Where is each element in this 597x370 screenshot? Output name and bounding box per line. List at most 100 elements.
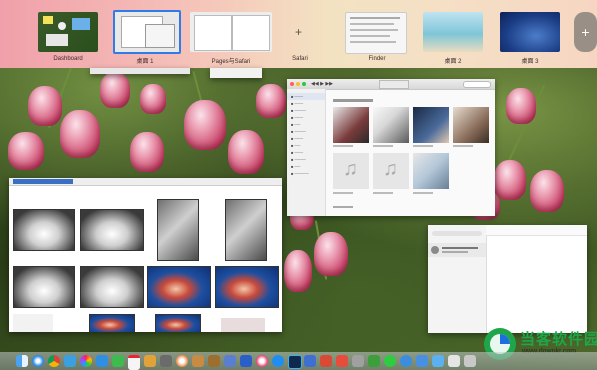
space-desktop-2[interactable] <box>423 12 483 52</box>
photoshop-icon[interactable] <box>288 355 302 369</box>
zoom-dot[interactable] <box>302 82 306 86</box>
photo-thumbnail[interactable] <box>13 266 75 308</box>
photos-icon[interactable] <box>80 355 92 367</box>
album-cover[interactable] <box>333 107 369 143</box>
album-placeholder[interactable]: ♫ <box>333 153 369 189</box>
window-pages[interactable] <box>210 68 262 78</box>
photo-thumbnail[interactable] <box>155 314 201 332</box>
lily-flower <box>184 100 226 150</box>
app-icon[interactable] <box>224 355 236 367</box>
album-cover[interactable] <box>453 107 489 143</box>
window-finder-top[interactable] <box>90 68 190 74</box>
section-divider <box>333 206 353 208</box>
app-icon[interactable] <box>432 355 444 367</box>
thumbnail-line <box>350 17 400 19</box>
app-icon[interactable] <box>192 355 204 367</box>
space-label-desktop-3: 桌面 3 <box>521 59 539 65</box>
sidebar-item[interactable]: ■ ─── <box>287 114 325 121</box>
itunes-icon[interactable] <box>256 355 268 367</box>
sidebar-item[interactable]: ■ ── <box>287 163 325 170</box>
music-note-icon: ♫ <box>383 158 398 180</box>
sidebar-item[interactable]: ■ ─── <box>287 100 325 107</box>
widget-calc <box>46 34 68 46</box>
messages-compose-bar[interactable] <box>486 225 587 236</box>
photo-thumbnail[interactable] <box>80 209 144 251</box>
photo-thumbnail[interactable] <box>13 314 53 332</box>
app-icon[interactable] <box>336 355 348 367</box>
window-photo-browser[interactable] <box>9 178 282 332</box>
sidebar-item[interactable]: ■ ─── <box>287 93 325 100</box>
close-dot[interactable] <box>290 82 294 86</box>
app-icon[interactable] <box>384 355 396 367</box>
app-icon[interactable] <box>240 355 252 367</box>
space-label-finder: Finder <box>368 56 386 62</box>
sidebar-item[interactable]: ■ ── <box>287 121 325 128</box>
app-icon[interactable] <box>320 355 332 367</box>
photo-thumbnail[interactable] <box>157 199 199 261</box>
add-space-button-inline[interactable]: + <box>295 25 302 39</box>
space-label-desktop-2: 桌面 2 <box>444 59 462 65</box>
app-icon[interactable] <box>64 355 76 367</box>
now-playing-apple-icon <box>379 80 409 89</box>
app-icon[interactable] <box>400 355 412 367</box>
photo-thumbnail[interactable] <box>221 318 265 332</box>
photo-thumbnail[interactable] <box>225 199 267 261</box>
thumbnail-window <box>145 24 175 48</box>
space-pages-safari[interactable] <box>190 12 272 52</box>
browser-toolbar <box>9 178 282 186</box>
app-icon[interactable] <box>208 355 220 367</box>
sidebar-item[interactable]: ■ ──── <box>287 128 325 135</box>
app-icon[interactable] <box>416 355 428 367</box>
conversation-row[interactable] <box>428 243 486 257</box>
sidebar-item[interactable]: ■ ───── <box>287 170 325 177</box>
album-cover[interactable] <box>413 153 449 189</box>
lily-flower <box>494 160 526 200</box>
finder-icon[interactable] <box>16 355 28 367</box>
app-icon[interactable] <box>160 355 172 367</box>
thumbnail-pages <box>194 15 232 51</box>
app-icon[interactable] <box>352 355 364 367</box>
widget-note <box>43 16 53 24</box>
search-icon[interactable] <box>463 81 491 88</box>
app-icon[interactable] <box>448 355 460 367</box>
app-icon[interactable] <box>96 355 108 367</box>
space-desktop-3[interactable] <box>500 12 560 52</box>
photo-thumbnail[interactable] <box>80 266 144 308</box>
space-label-pages-safari: Pages与Safari <box>211 59 251 65</box>
add-space-button[interactable]: + <box>574 12 597 52</box>
safari-icon[interactable] <box>32 355 44 367</box>
app-icon[interactable] <box>464 355 476 367</box>
app-icon[interactable] <box>304 355 316 367</box>
calendar-icon[interactable] <box>128 355 140 370</box>
app-store-icon[interactable] <box>272 355 284 367</box>
chrome-icon[interactable] <box>48 355 60 367</box>
album-cover[interactable] <box>413 107 449 143</box>
address-bar[interactable] <box>13 179 73 184</box>
app-icon[interactable] <box>176 355 188 367</box>
photo-thumbnail[interactable] <box>147 266 211 308</box>
app-icon[interactable] <box>368 355 380 367</box>
messages-search-field[interactable] <box>432 231 482 236</box>
facetime-icon[interactable] <box>112 355 124 367</box>
sidebar-item[interactable]: ■ ──── <box>287 156 325 163</box>
photo-thumbnail[interactable] <box>89 314 135 332</box>
space-dashboard[interactable] <box>38 12 98 52</box>
window-messages[interactable] <box>428 225 587 333</box>
minimize-dot[interactable] <box>296 82 300 86</box>
space-desktop-1[interactable] <box>113 10 181 54</box>
sidebar-item[interactable]: ■ ── <box>287 142 325 149</box>
watermark-brand: 当客软件园 <box>520 331 597 348</box>
sidebar-item[interactable]: ■ ─── <box>287 149 325 156</box>
sidebar-item[interactable]: ■ ─── <box>287 135 325 142</box>
lily-flower <box>314 232 348 276</box>
window-itunes[interactable]: ◀◀ ▶ ▶▶ ■ ─── ■ ─── ■ ──── ■ ─── ■ ── ■ … <box>287 79 495 216</box>
app-icon[interactable] <box>144 355 156 367</box>
photo-thumbnail[interactable] <box>215 266 279 308</box>
album-cover[interactable] <box>373 107 409 143</box>
album-placeholder[interactable]: ♫ <box>373 153 409 189</box>
sidebar-item[interactable]: ■ ──── <box>287 107 325 114</box>
photo-thumbnail[interactable] <box>13 209 75 251</box>
space-finder[interactable] <box>345 12 407 54</box>
conversation-preview <box>442 247 478 249</box>
playback-controls-icon[interactable]: ◀◀ ▶ ▶▶ <box>311 81 333 87</box>
